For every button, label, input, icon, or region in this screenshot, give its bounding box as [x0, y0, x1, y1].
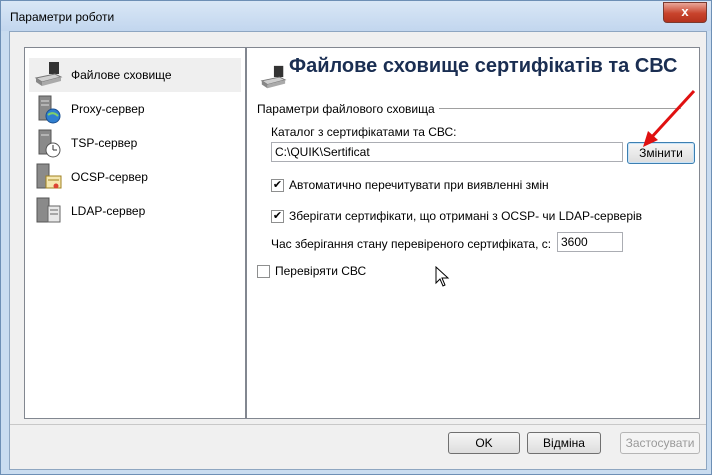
nav-item-label: Proxy-сервер [71, 102, 145, 116]
directory-field[interactable]: C:\QUIK\Sertificat [271, 142, 623, 162]
cache-time-label: Час зберігання стану перевіреного сертиф… [271, 237, 552, 251]
nav-item-label: LDAP-сервер [71, 204, 146, 218]
verify-crl-label: Перевіряти СВС [275, 264, 367, 278]
nav-item-ocsp-server[interactable]: OCSP-сервер [29, 160, 241, 194]
footer-divider [10, 424, 706, 425]
title-bar[interactable]: Параметри роботи x [1, 1, 711, 31]
check-icon: ✔ [272, 210, 283, 222]
proxy-server-icon [38, 95, 61, 124]
auto-reread-label: Автоматично перечитувати при виявленні з… [289, 178, 549, 192]
tsp-server-icon [38, 129, 61, 158]
verify-crl-checkbox[interactable] [257, 265, 270, 278]
storage-drive-icon [260, 65, 287, 89]
settings-window: Параметри роботи x Файлове сховище Proxy… [0, 0, 712, 475]
group-title: Параметри файлового сховища [257, 102, 439, 116]
close-button[interactable]: x [663, 2, 707, 23]
settings-panel: Файлове сховище сертифікатів та СВС Пара… [246, 47, 700, 419]
save-certificates-label: Зберігати сертифікати, що отримані з OCS… [289, 209, 643, 223]
nav-item-tsp-server[interactable]: TSP-сервер [29, 126, 241, 160]
nav-item-label: TSP-сервер [71, 136, 138, 150]
ocsp-server-icon [36, 163, 62, 189]
ok-button[interactable]: OK [448, 432, 520, 454]
nav-item-label: Файлове сховище [71, 68, 172, 82]
nav-item-ldap-server[interactable]: LDAP-сервер [29, 194, 241, 228]
category-list: Файлове сховище Proxy-сервер TSP-сервер … [24, 47, 246, 419]
nav-item-file-storage[interactable]: Файлове сховище [29, 58, 241, 92]
close-icon: x [681, 4, 689, 19]
cancel-button[interactable]: Відміна [527, 432, 601, 454]
nav-item-label: OCSP-сервер [71, 170, 148, 184]
nav-item-proxy-server[interactable]: Proxy-сервер [29, 92, 241, 126]
directory-label: Каталог з сертифікатами та СВС: [271, 125, 457, 139]
save-certificates-checkbox[interactable]: ✔ [271, 210, 284, 223]
dialog-body: Файлове сховище Proxy-сервер TSP-сервер … [9, 31, 707, 470]
storage-drive-icon [34, 62, 63, 86]
mouse-cursor-icon [435, 266, 450, 287]
auto-reread-checkbox[interactable]: ✔ [271, 179, 284, 192]
cache-time-field[interactable]: 3600 [557, 232, 623, 252]
red-arrow-icon [643, 89, 696, 147]
check-icon: ✔ [272, 179, 283, 191]
ldap-server-icon [36, 197, 61, 223]
window-title: Параметри роботи [10, 10, 115, 24]
page-title: Файлове сховище сертифікатів та СВС [289, 55, 678, 77]
apply-button[interactable]: Застосувати [620, 432, 700, 454]
